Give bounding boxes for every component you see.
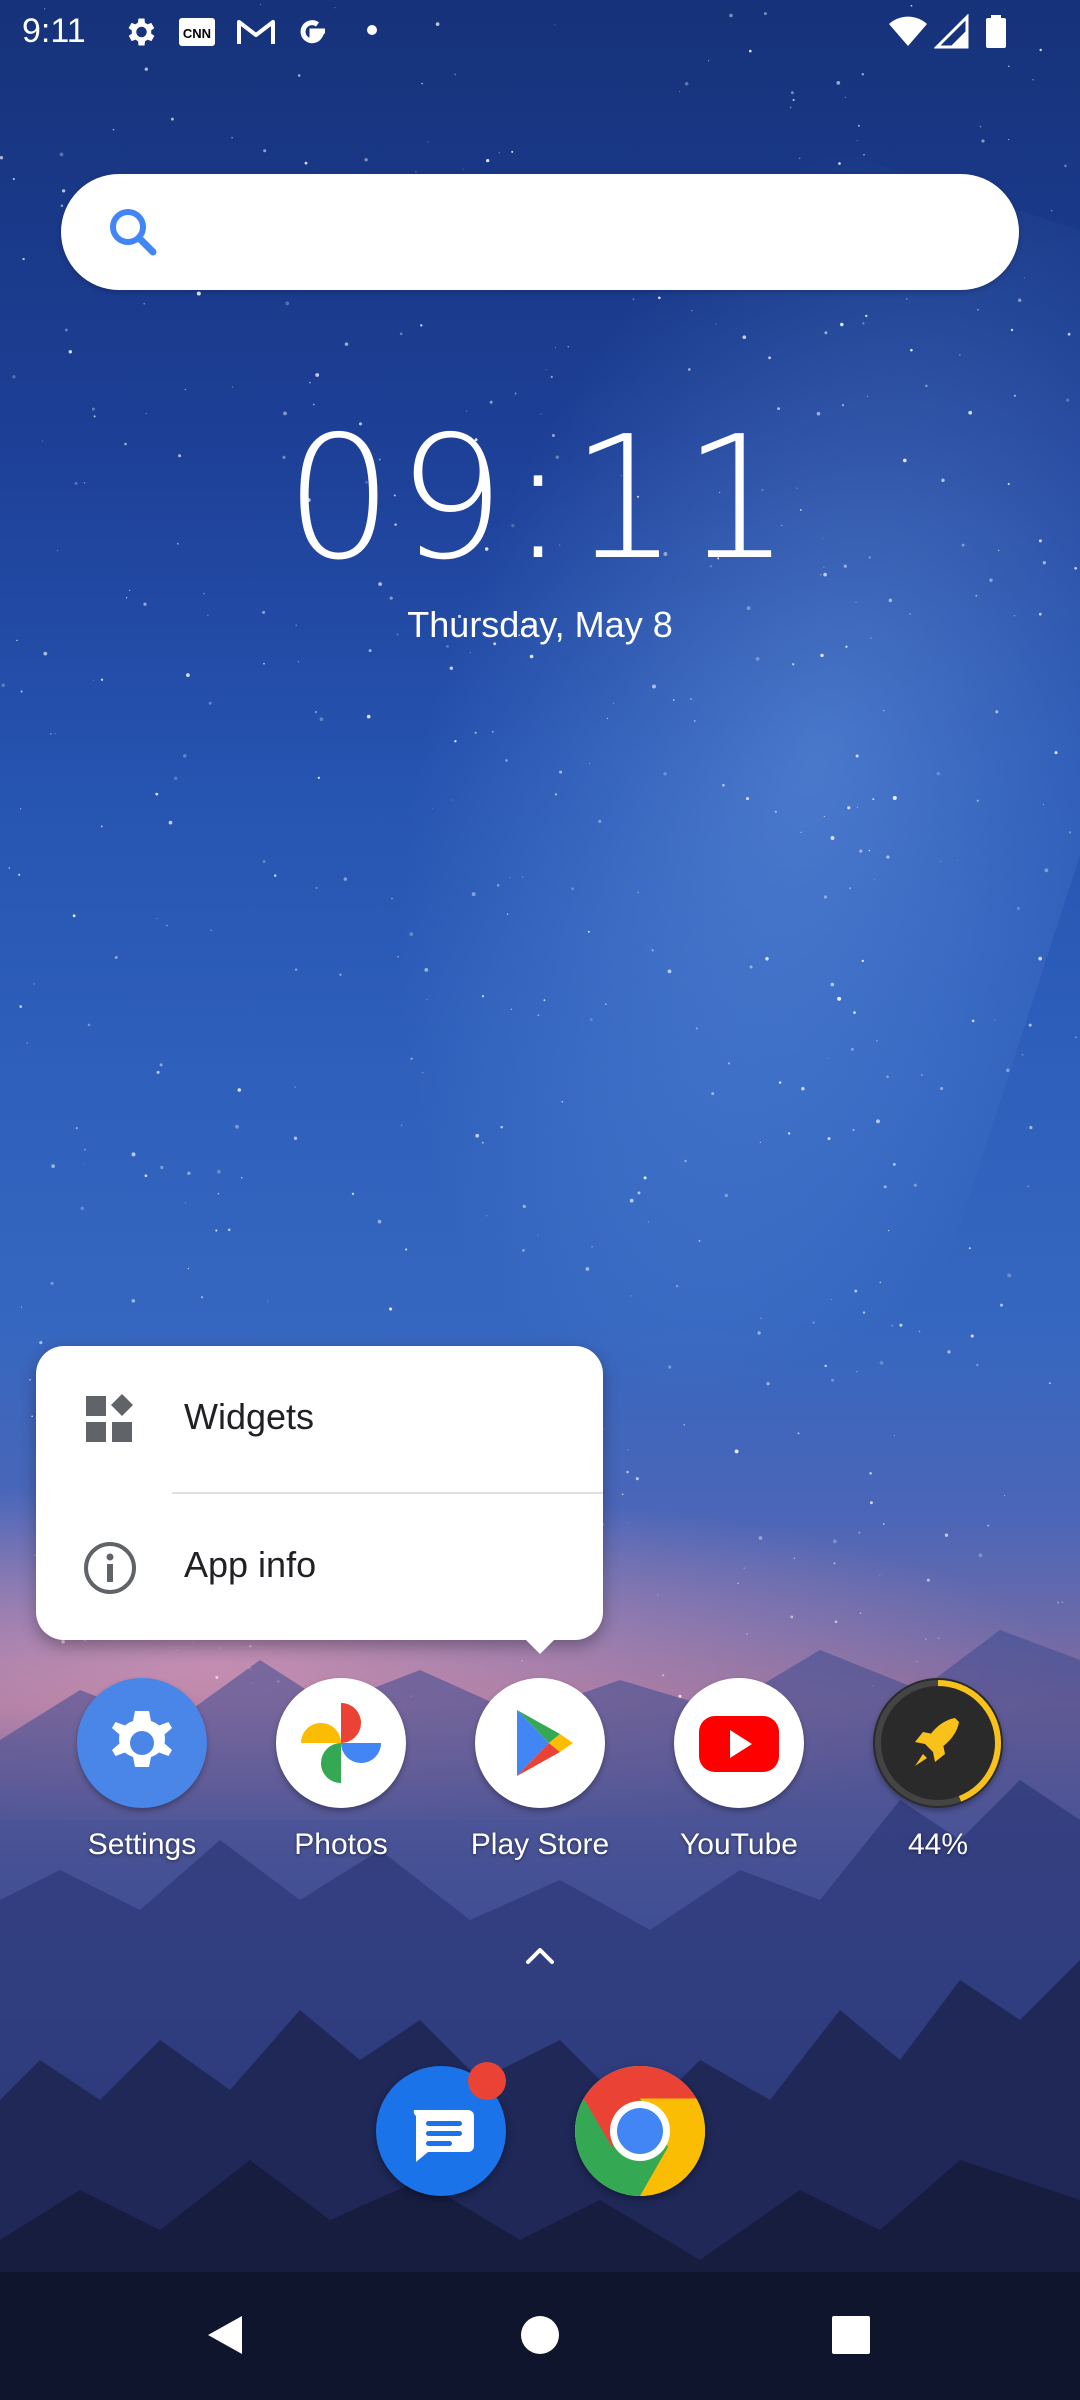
status-time: 9:11 (22, 12, 86, 50)
chrome-app[interactable] (575, 2066, 706, 2196)
app-label: Settings (87, 1828, 197, 1861)
google-icon (300, 20, 325, 44)
widgets-icon (86, 1394, 133, 1442)
app-label: Play Store (470, 1828, 610, 1861)
menu-item-label: Widgets (184, 1396, 315, 1437)
cnn-icon: CNN (179, 18, 215, 46)
chrome-icon (575, 2066, 706, 2196)
search-icon (110, 209, 157, 256)
signal-icon (934, 14, 969, 49)
play-store-icon (475, 1678, 605, 1808)
app-play-store[interactable]: Play Store (450, 1678, 630, 1878)
app-photos[interactable]: Photos (251, 1678, 431, 1878)
settings-icon (128, 18, 155, 46)
rocket-booster-icon (873, 1678, 1003, 1808)
home-screen: 9:11 CNN 09:11 Thursday, May 8 Widgets A… (0, 0, 1080, 2400)
youtube-icon (674, 1678, 804, 1808)
menu-item-label: App info (184, 1544, 317, 1585)
app-shortcut-menu: Widgets App info (36, 1346, 603, 1640)
menu-item-widgets[interactable]: Widgets (36, 1346, 603, 1492)
app-label: Photos (294, 1828, 388, 1861)
status-bar: 9:11 CNN (0, 0, 1080, 64)
notification-badge (468, 2062, 506, 2100)
menu-item-app-info[interactable]: App info (36, 1494, 603, 1640)
svg-text:CNN: CNN (183, 26, 211, 41)
gmail-icon (237, 20, 275, 44)
clock-time[interactable]: 09:11 (0, 400, 1080, 598)
back-icon[interactable] (200, 2310, 250, 2360)
app-label: YouTube (680, 1828, 798, 1861)
recents-icon[interactable] (826, 2310, 876, 2360)
home-icon[interactable] (515, 2310, 565, 2360)
settings-gear-icon (77, 1678, 207, 1808)
wifi-icon (889, 16, 927, 46)
battery-icon (986, 15, 1006, 48)
popup-pointer (524, 1638, 556, 1654)
app-youtube[interactable]: YouTube (649, 1678, 829, 1878)
app-label: 44% (907, 1828, 969, 1861)
info-icon (84, 1542, 136, 1594)
dot-icon (367, 25, 377, 35)
clock-date[interactable]: Thursday, May 8 (0, 604, 1080, 646)
chevron-up-icon[interactable] (520, 1940, 560, 1970)
photos-pinwheel-icon (276, 1678, 406, 1808)
app-booster[interactable]: 44% (848, 1678, 1028, 1878)
navigation-bar (0, 2272, 1080, 2400)
mountain-silhouette (0, 1630, 1080, 2400)
search-bar[interactable] (61, 174, 1019, 290)
app-settings[interactable]: Settings (52, 1678, 232, 1878)
